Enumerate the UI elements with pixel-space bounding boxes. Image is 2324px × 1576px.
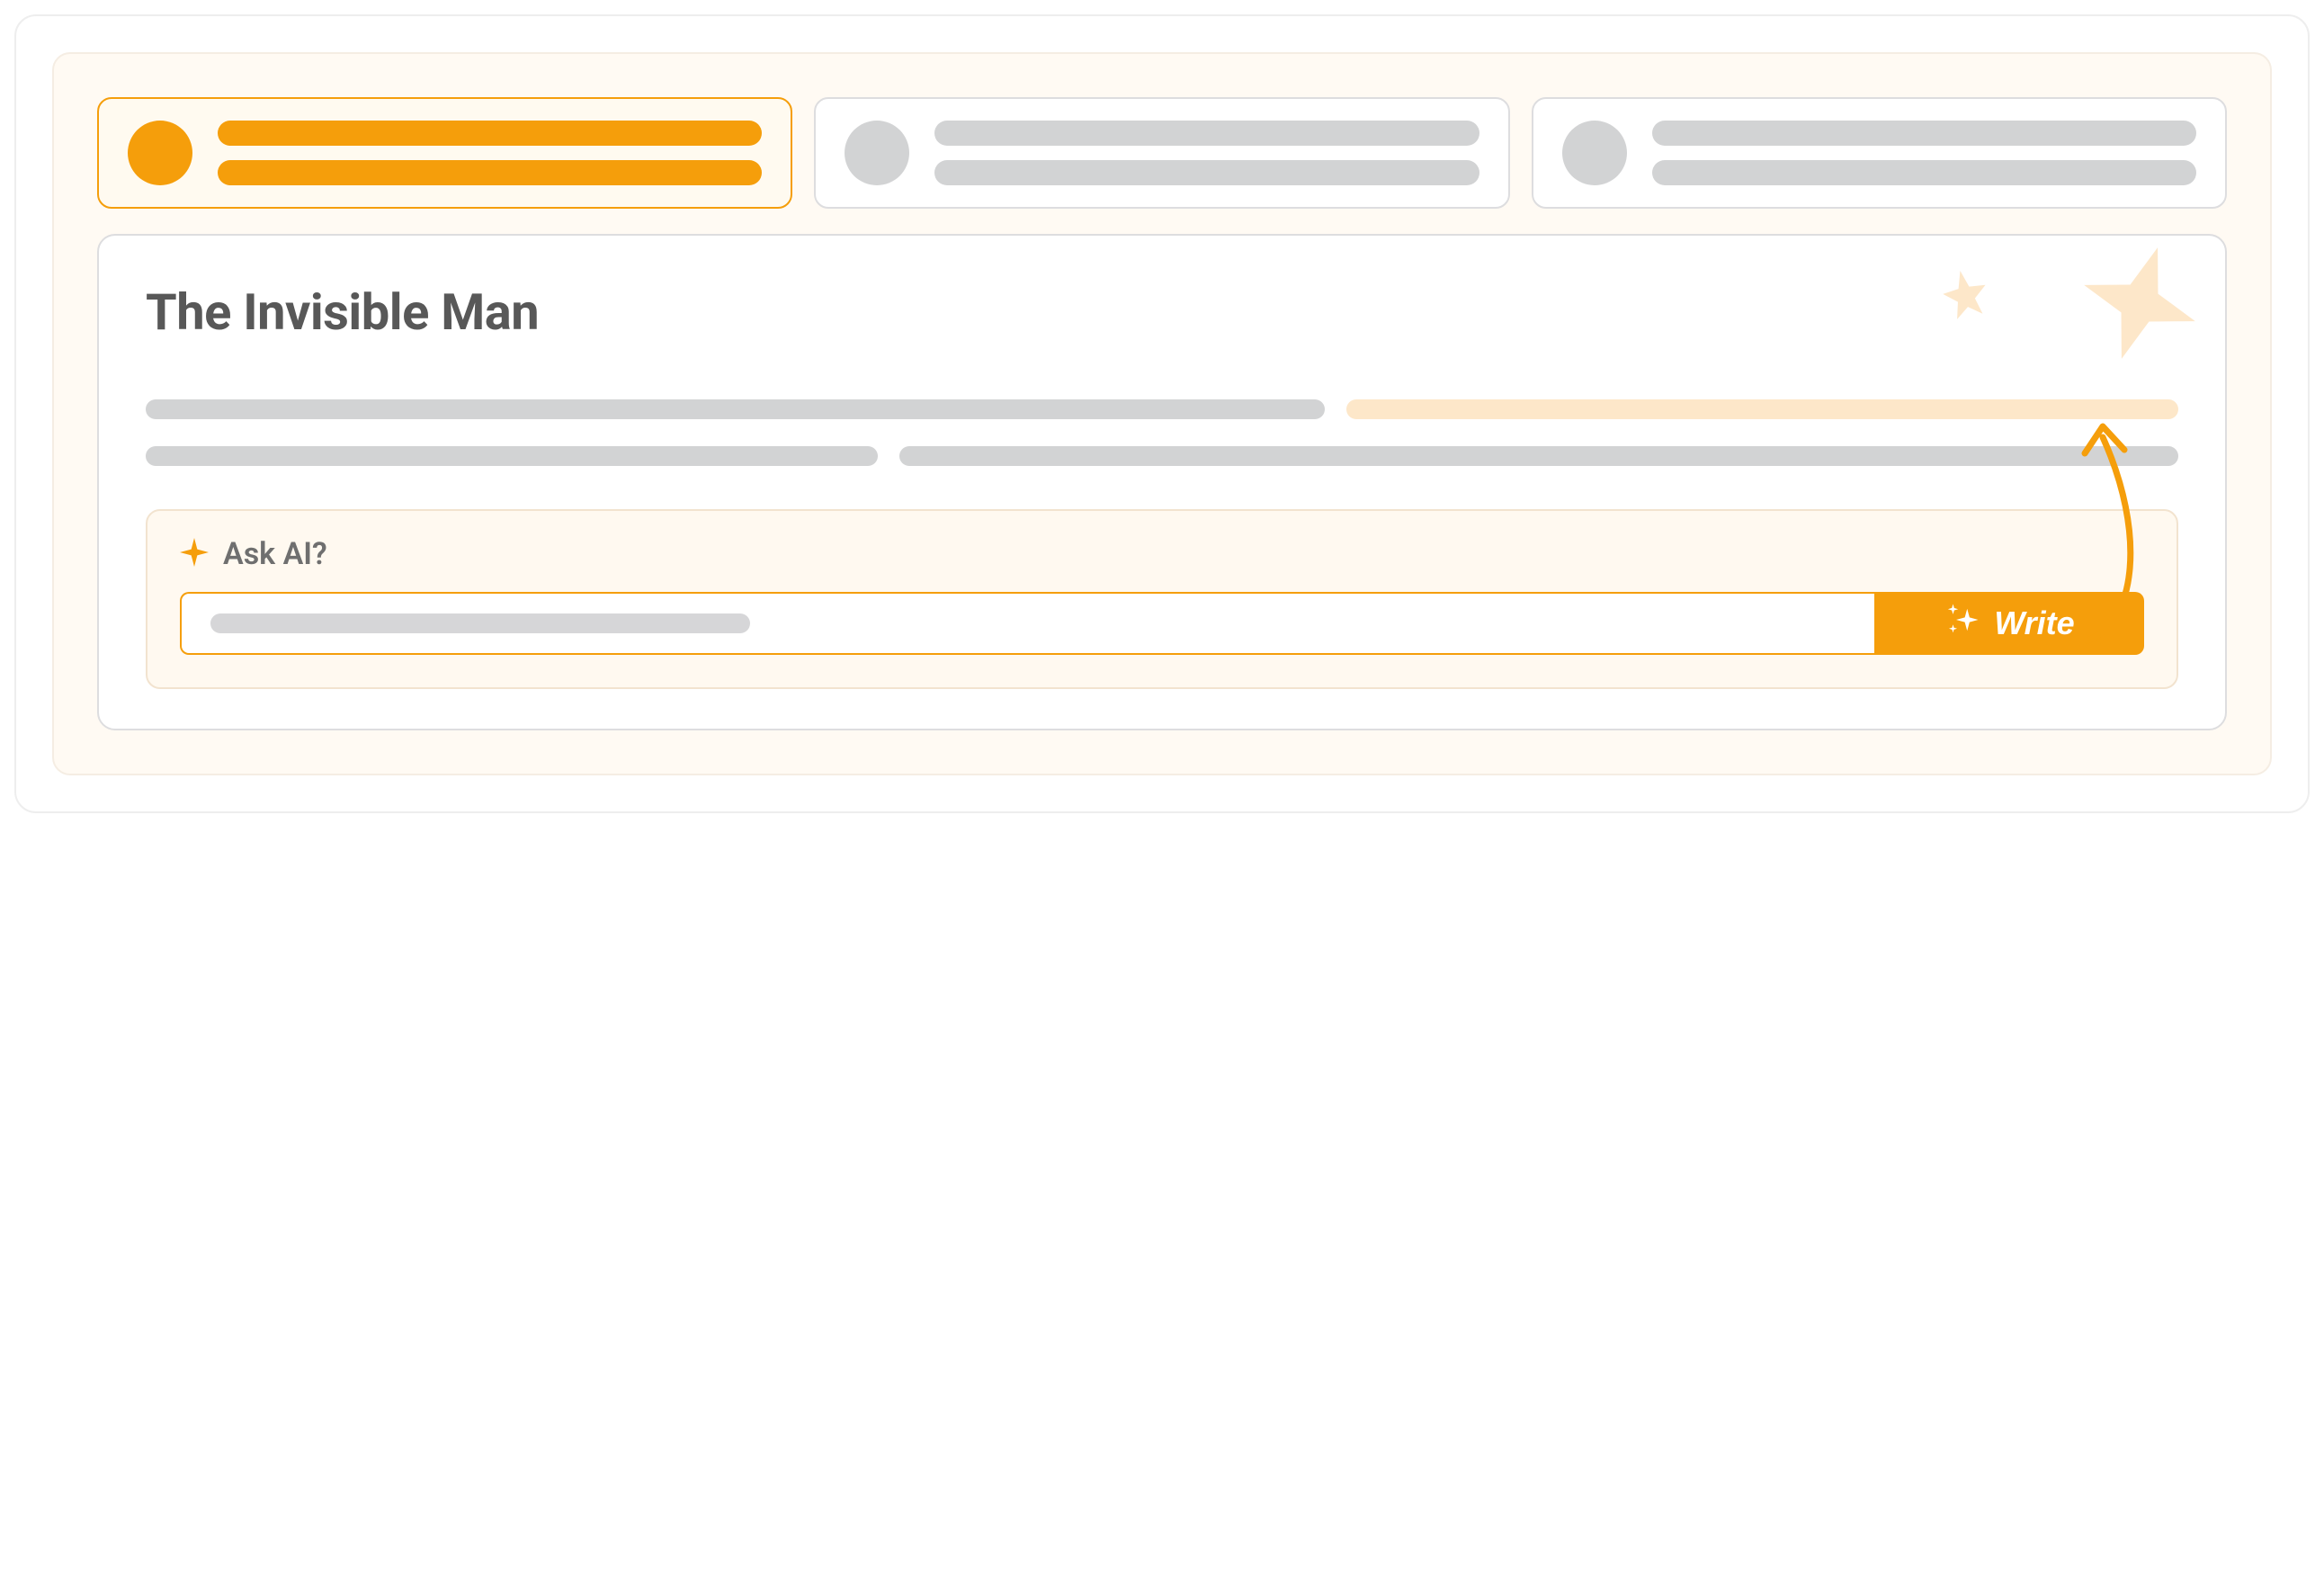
sparkle-icon [180,538,209,570]
document-body-placeholder [146,399,2178,466]
tab-card-2[interactable] [814,97,1509,209]
document-title: The Invisible Man [146,282,2178,342]
skeleton-bar [146,399,1325,419]
text-row [146,399,2178,419]
tab-avatar-placeholder [845,121,909,185]
skeleton-bar [146,446,878,466]
text-row [146,446,2178,466]
ai-highlight-segment [1346,399,2178,419]
tab-avatar-placeholder [1562,121,1627,185]
write-button[interactable]: Write [1874,592,2144,655]
write-button-label: Write [1994,604,2074,642]
inner-frame: The Invisible Man [52,52,2272,775]
skeleton-bar [218,121,762,146]
tab-avatar-placeholder [128,121,192,185]
skeleton-bar [934,160,1479,185]
tab-text-placeholder [934,121,1479,185]
skeleton-bar [1652,160,2196,185]
ask-ai-header: Ask AI? [180,536,2144,572]
sparkles-icon [1944,601,1981,647]
input-placeholder-bar [210,613,750,633]
tab-card-1[interactable] [97,97,792,209]
outer-frame: The Invisible Man [14,14,2310,813]
tab-text-placeholder [218,121,762,185]
ask-ai-label: Ask AI? [223,536,327,572]
ask-ai-input-row: Write [180,592,2144,655]
skeleton-bar [934,121,1479,146]
content-panel: The Invisible Man [97,234,2227,730]
ask-ai-input[interactable] [180,592,1874,655]
sparkle-decoration-icon [2081,245,2198,365]
skeleton-bar [1652,121,2196,146]
ask-ai-panel: Ask AI? Write [146,509,2178,689]
tab-card-3[interactable] [1532,97,2227,209]
sparkle-decoration-icon [1939,268,1991,324]
tabs-row [97,97,2227,209]
tab-text-placeholder [1652,121,2196,185]
skeleton-bar [899,446,2178,466]
skeleton-bar [218,160,762,185]
